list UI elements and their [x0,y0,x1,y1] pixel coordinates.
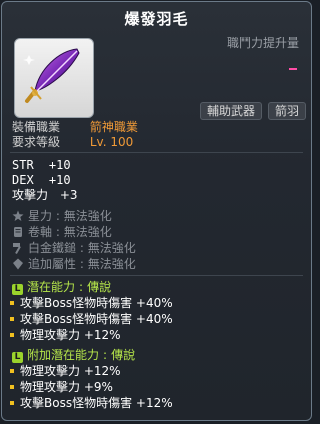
divider [10,152,303,153]
enhancement-row-hammer: 白金鐵鎚 : 無法強化 [12,241,136,255]
enhancement-row-bonus-stats: 追加屬性 : 無法強化 [12,257,136,271]
stat-name: 攻擊力 [12,188,49,202]
bullet-icon [10,332,14,337]
bullet-icon [10,400,14,405]
legendary-badge-icon: L [12,352,23,363]
enhancement-row-starforce: 星力 : 無法強化 [12,209,112,223]
legendary-badge-icon: L [12,284,23,295]
stat-value: +3 [59,188,78,202]
additional-potential-grade: 傳說 [111,348,136,362]
divider [10,275,303,276]
enhancement-value: 無法強化 [87,241,136,255]
power-increase-indicator [289,68,297,70]
potential-line: 物理攻擊力 +12% [6,328,121,342]
power-increase-label: 職鬥力提升量 [226,36,299,50]
enhancement-label: 星力 [28,209,53,223]
stat-row: 攻擊力 +3 [12,188,78,202]
potential-header: L 潛在能力: 傳說 [12,280,111,295]
enhancement-value: 無法強化 [63,209,112,223]
enhancement-value: 無法強化 [63,225,112,239]
stat-value: +10 [48,158,71,172]
job-requirement-row: 裝備職業 箭神職業 [12,120,138,134]
enhancement-value: 無法強化 [87,257,136,271]
potential-line-text: 攻擊Boss怪物時傷害 +40% [20,312,173,326]
additional-potential-line: 攻擊Boss怪物時傷害 +12% [6,396,173,410]
star-icon [12,210,24,221]
potential-line-text: 物理攻擊力 +12% [20,328,121,342]
tag-secondary-weapon: 輔助武器 [200,102,263,120]
item-title: 爆發羽毛 [124,10,189,28]
bullet-icon [10,384,14,389]
additional-potential-line-text: 物理攻擊力 +12% [20,364,121,378]
enhancement-label: 卷軸 [28,225,53,239]
additional-potential-line-text: 物理攻擊力 +9% [20,380,113,394]
potential-line: 攻擊Boss怪物時傷害 +40% [6,296,173,310]
level-value: Lv. 100 [89,135,134,149]
additional-potential-title: 附加潛在能力 [27,348,100,362]
additional-potential-separator: : [103,348,108,362]
additional-potential-line-text: 攻擊Boss怪物時傷害 +12% [20,396,173,410]
additional-potential-header: L 附加潛在能力: 傳說 [12,348,135,363]
potential-title: 潛在能力 [27,280,76,294]
additional-potential-line: 物理攻擊力 +12% [6,364,121,378]
tag-arrow-fletching: 箭羽 [268,102,307,120]
enhancement-label: 追加屬性 [28,257,77,271]
potential-line: 攻擊Boss怪物時傷害 +40% [6,312,173,326]
enhancement-row-scroll: 卷軸 : 無法強化 [12,225,112,239]
feather-icon [23,48,80,103]
stat-row: DEX +10 [12,173,71,187]
job-label: 裝備職業 [12,120,61,134]
potential-grade: 傳說 [87,280,112,294]
stat-row: STR +10 [12,158,71,172]
level-label: 要求等級 [12,135,61,149]
item-tooltip: 爆發羽毛 職鬥力提升量 輔助武器 箭羽 裝備職業 箭神職業 要求等級 Lv. 1… [1,1,312,421]
stat-name: STR [12,158,34,172]
stat-name: DEX [12,173,34,187]
gem-icon [13,258,23,270]
bullet-icon [10,300,14,305]
job-value: 箭神職業 [89,120,138,134]
potential-separator: : [79,280,84,294]
enhancement-label: 白金鐵鎚 [28,241,77,255]
bullet-icon [10,368,14,373]
stat-value: +10 [48,173,71,187]
additional-potential-line: 物理攻擊力 +9% [6,380,113,394]
item-icon-frame [14,38,94,118]
potential-line-text: 攻擊Boss怪物時傷害 +40% [20,296,173,310]
hammer-icon [13,243,21,254]
bullet-icon [10,316,14,321]
scroll-icon [14,227,22,237]
level-requirement-row: 要求等級 Lv. 100 [12,135,133,149]
